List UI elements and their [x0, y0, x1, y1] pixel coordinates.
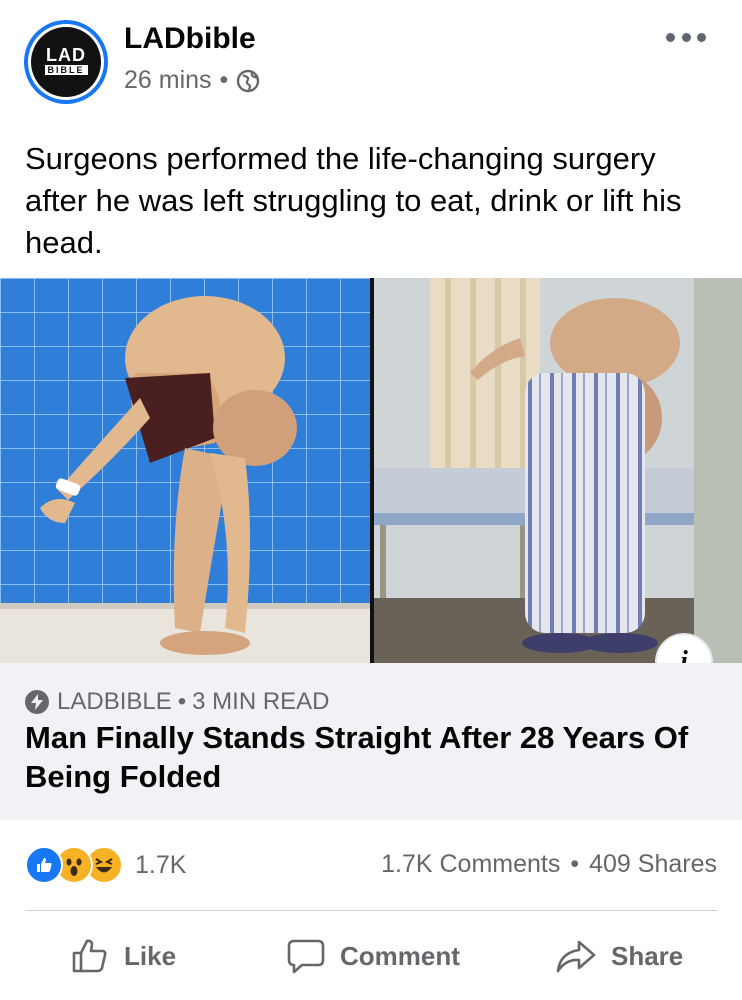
post-timestamp[interactable]: 26 mins — [124, 66, 212, 95]
reactions-summary[interactable]: 1.7K — [25, 846, 186, 884]
share-button[interactable]: Share — [555, 928, 683, 984]
share-label: Share — [611, 940, 684, 971]
more-options-button[interactable] — [666, 28, 706, 46]
reaction-count: 1.7K — [135, 850, 187, 879]
post-image-illustration — [0, 278, 742, 663]
like-label: Like — [124, 940, 177, 971]
read-time: 3 MIN READ — [192, 688, 330, 715]
comment-label: Comment — [340, 940, 460, 971]
shares-count-link[interactable]: 409 Shares — [589, 850, 717, 879]
link-headline[interactable]: Man Finally Stands Straight After 28 Yea… — [25, 718, 715, 796]
page-name-link[interactable]: LADbible — [124, 22, 256, 56]
globe-icon — [237, 69, 260, 92]
like-button[interactable]: Like — [70, 928, 176, 984]
stats-separator: • — [570, 850, 580, 878]
logo-text-bottom: BIBLE — [44, 65, 88, 75]
comment-button[interactable]: Comment — [286, 928, 460, 984]
comment-icon — [287, 939, 325, 974]
logo-text-top: LAD — [46, 45, 86, 65]
action-divider — [25, 910, 717, 911]
source-name: LADBIBLE — [57, 688, 172, 715]
link-source: LADBIBLE • 3 MIN READ — [25, 688, 330, 716]
action-bar: Like Comment Share — [0, 928, 742, 988]
post-meta: 26 mins • — [124, 66, 260, 95]
comments-count-link[interactable]: 1.7K Comments — [381, 850, 560, 879]
post-header: LAD BIBLE LADbible 26 mins • — [0, 0, 742, 120]
thumbs-up-icon — [72, 939, 107, 973]
more-dots-icon — [666, 32, 675, 42]
ladbible-logo: LAD BIBLE — [31, 27, 101, 97]
bolt-icon — [25, 690, 49, 714]
meta-separator: • — [219, 66, 229, 94]
source-separator: • — [177, 688, 187, 715]
like-reaction-icon — [25, 846, 63, 884]
post-caption: Surgeons performed the life-changing sur… — [25, 141, 682, 260]
share-icon — [556, 940, 596, 973]
engagement-stats: 1.7K Comments • 409 Shares — [381, 850, 717, 879]
post-image[interactable] — [0, 278, 742, 663]
page-avatar[interactable]: LAD BIBLE — [24, 20, 108, 104]
